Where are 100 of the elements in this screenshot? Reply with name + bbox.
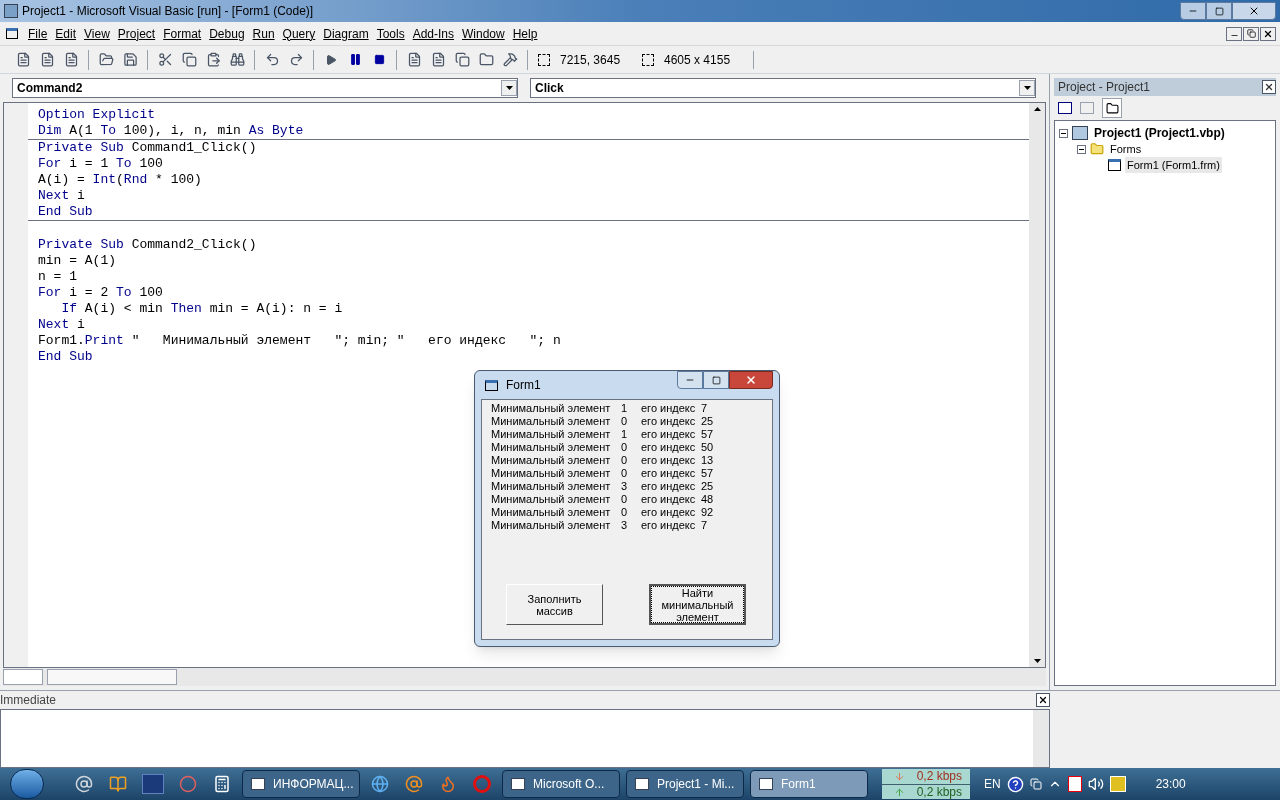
output-label: Минимальный элемент xyxy=(491,415,612,428)
maximize-button[interactable] xyxy=(703,371,729,389)
panel-title: Immediate xyxy=(0,692,57,709)
taskbar-button[interactable]: Microsoft O... xyxy=(502,770,620,798)
immediate-pane[interactable] xyxy=(0,709,1050,768)
output-label: его индекс xyxy=(641,480,697,493)
form-button[interactable]: Найти минимальный элемент xyxy=(649,584,746,625)
scroll-up-icon[interactable] xyxy=(1033,107,1041,111)
maximize-icon xyxy=(711,375,721,385)
output-value: 7 xyxy=(701,519,708,532)
code-line: Dim A(1 To 100), i, n, min As Byte xyxy=(37,123,304,139)
menu-item[interactable]: Project xyxy=(113,24,160,43)
menu-item[interactable]: Tools xyxy=(372,24,409,43)
close-button[interactable] xyxy=(1262,80,1276,94)
tree-item[interactable]: Project1 (Project1.vbp) xyxy=(1092,124,1227,142)
collapse-toggle-icon[interactable] xyxy=(1059,128,1068,138)
menu-item[interactable]: Window xyxy=(458,24,509,43)
close-icon xyxy=(1248,5,1260,17)
output-label: Минимальный элемент xyxy=(491,441,612,454)
output-value: 1 xyxy=(621,428,629,441)
output-label: Минимальный элемент xyxy=(491,454,612,467)
procedure-dropdown[interactable]: Click xyxy=(530,78,1036,98)
minimize-button[interactable] xyxy=(1180,2,1206,20)
output-label: Минимальный элемент xyxy=(491,506,612,519)
code-line: For i = 2 To 100 xyxy=(37,285,163,301)
window-icon xyxy=(511,778,525,790)
output-value: 0 xyxy=(621,493,629,506)
output-value: 57 xyxy=(701,467,714,480)
restore-icon xyxy=(1214,6,1224,16)
download-arrow-icon xyxy=(893,771,905,782)
output-label: его индекс xyxy=(641,519,697,532)
output-value: 0 xyxy=(621,415,629,428)
help-icon[interactable] xyxy=(1006,775,1024,793)
output-label: его индекс xyxy=(641,467,697,480)
clock[interactable]: 23:00 xyxy=(1155,775,1186,793)
output-value: 3 xyxy=(621,519,629,532)
code-line: Next i xyxy=(37,317,85,333)
menu-item[interactable]: Format xyxy=(159,24,206,43)
start-button[interactable] xyxy=(10,769,44,799)
menu-item[interactable]: Diagram xyxy=(319,24,373,43)
volume-icon[interactable] xyxy=(1087,776,1104,792)
tree-item[interactable]: Forms xyxy=(1108,140,1144,158)
menu-item[interactable]: Query xyxy=(278,24,320,43)
output-value: 13 xyxy=(701,454,714,467)
output-value: 92 xyxy=(701,506,714,519)
code-line: Form1.Print " Минимальный элемент "; min; " его индекс "; n xyxy=(37,333,561,349)
menu-item[interactable]: Run xyxy=(248,24,279,43)
output-value: 25 xyxy=(701,415,714,428)
minimize-button[interactable] xyxy=(1226,26,1242,41)
code-line: End Sub xyxy=(37,349,93,365)
form-icon xyxy=(1108,159,1121,171)
output-label: Минимальный элемент xyxy=(491,467,612,480)
taskbar-button[interactable]: Project1 - Mi... xyxy=(626,770,744,798)
menu-item[interactable]: Add-Ins xyxy=(408,24,458,43)
language-indicator[interactable]: EN xyxy=(984,775,1001,793)
window-title: Project1 - Microsoft Visual Basic [run] - [Form1 (Code)] xyxy=(22,3,314,20)
menu-item[interactable]: Debug xyxy=(205,24,249,43)
menu-item[interactable]: View xyxy=(80,24,114,43)
output-label: его индекс xyxy=(641,415,697,428)
toggle-folders-icon[interactable] xyxy=(1102,98,1122,118)
tree-item[interactable]: Form1 (Form1.frm) xyxy=(1125,156,1222,174)
position-icon xyxy=(538,53,550,66)
vertical-scrollbar[interactable] xyxy=(1029,103,1045,667)
output-label: Минимальный элемент xyxy=(491,402,612,415)
restore-button[interactable] xyxy=(1243,26,1259,41)
menu-item[interactable]: Edit xyxy=(51,24,81,43)
dropdown-arrow-icon[interactable] xyxy=(1023,86,1031,90)
window-icon xyxy=(759,778,773,790)
code-line: Next i xyxy=(37,188,85,204)
output-value: 0 xyxy=(621,454,629,467)
code-line: min = A(1) xyxy=(37,253,116,269)
collapse-toggle-icon[interactable] xyxy=(1077,144,1086,154)
size-readout: 4605 x 4155 xyxy=(664,50,754,69)
output-value: 50 xyxy=(701,441,714,454)
restore-icon xyxy=(1246,29,1256,38)
folder-icon xyxy=(1090,142,1104,156)
view-code-icon[interactable] xyxy=(1058,102,1072,114)
scroll-down-icon[interactable] xyxy=(1033,659,1041,663)
output-value: 0 xyxy=(621,441,629,454)
form-button[interactable]: Заполнить массив xyxy=(506,584,603,625)
form-title: Form1 xyxy=(506,377,541,394)
menu-item[interactable]: File xyxy=(24,24,52,43)
close-button[interactable] xyxy=(1036,693,1050,707)
output-value: 0 xyxy=(621,506,629,519)
object-dropdown[interactable]: Command2 xyxy=(12,78,518,98)
restore-button[interactable] xyxy=(1206,2,1232,20)
output-value: 57 xyxy=(701,428,714,441)
dropdown-arrow-icon[interactable] xyxy=(505,86,513,90)
display-icon[interactable] xyxy=(1029,778,1042,790)
taskbar-button[interactable]: ИНФОРМАЦ... xyxy=(242,770,360,798)
position-readout: 7215, 3645 xyxy=(560,51,622,69)
output-label: Минимальный элемент xyxy=(491,493,612,506)
menu-item[interactable]: Help xyxy=(508,24,542,43)
app-icon xyxy=(4,4,18,18)
output-label: его индекс xyxy=(641,506,697,519)
output-label: Минимальный элемент xyxy=(491,480,612,493)
output-label: его индекс xyxy=(641,402,697,415)
close-button[interactable] xyxy=(1260,26,1276,41)
horizontal-scrollbar[interactable] xyxy=(3,668,1046,686)
minimize-button[interactable] xyxy=(677,371,703,389)
